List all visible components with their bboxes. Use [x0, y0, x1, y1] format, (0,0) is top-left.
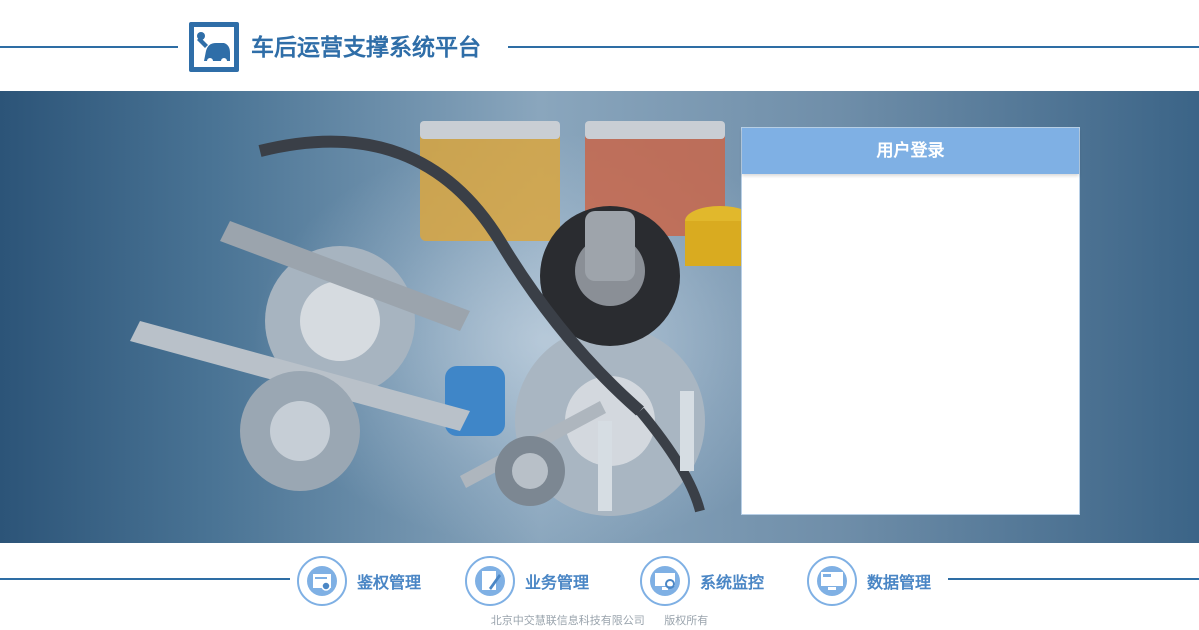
nav-label-business: 业务管理	[525, 573, 590, 592]
nav-label-monitor: 系统监控	[700, 573, 765, 592]
login-title: 用户登录	[742, 128, 1079, 174]
footer-company: 北京中交慧联信息科技有限公司	[490, 614, 645, 627]
document-pen-icon	[465, 556, 515, 606]
header: 车后运营支撑系统平台	[0, 0, 1199, 91]
nav-divider-right	[948, 578, 1199, 580]
nav-item-monitor[interactable]: 系统监控	[640, 556, 780, 606]
certificate-icon	[297, 556, 347, 606]
header-divider-right	[508, 46, 1199, 48]
nav-divider-left	[0, 578, 290, 580]
nav-item-business[interactable]: 业务管理	[465, 556, 605, 606]
nav-label-auth: 鉴权管理	[357, 573, 422, 592]
nav-item-auth[interactable]: 鉴权管理	[297, 556, 437, 606]
wrench-car-icon	[189, 22, 239, 72]
footer: 北京中交慧联信息科技有限公司 版权所有	[0, 612, 1199, 628]
login-panel: 用户登录	[741, 127, 1080, 515]
computer-screen-icon	[807, 556, 857, 606]
page-title: 车后运营支撑系统平台	[251, 35, 481, 61]
monitor-search-icon	[640, 556, 690, 606]
nav-label-data: 数据管理	[867, 573, 932, 592]
header-divider-left	[0, 46, 178, 48]
nav-item-data[interactable]: 数据管理	[807, 556, 947, 606]
footer-rights: 版权所有	[664, 614, 709, 627]
